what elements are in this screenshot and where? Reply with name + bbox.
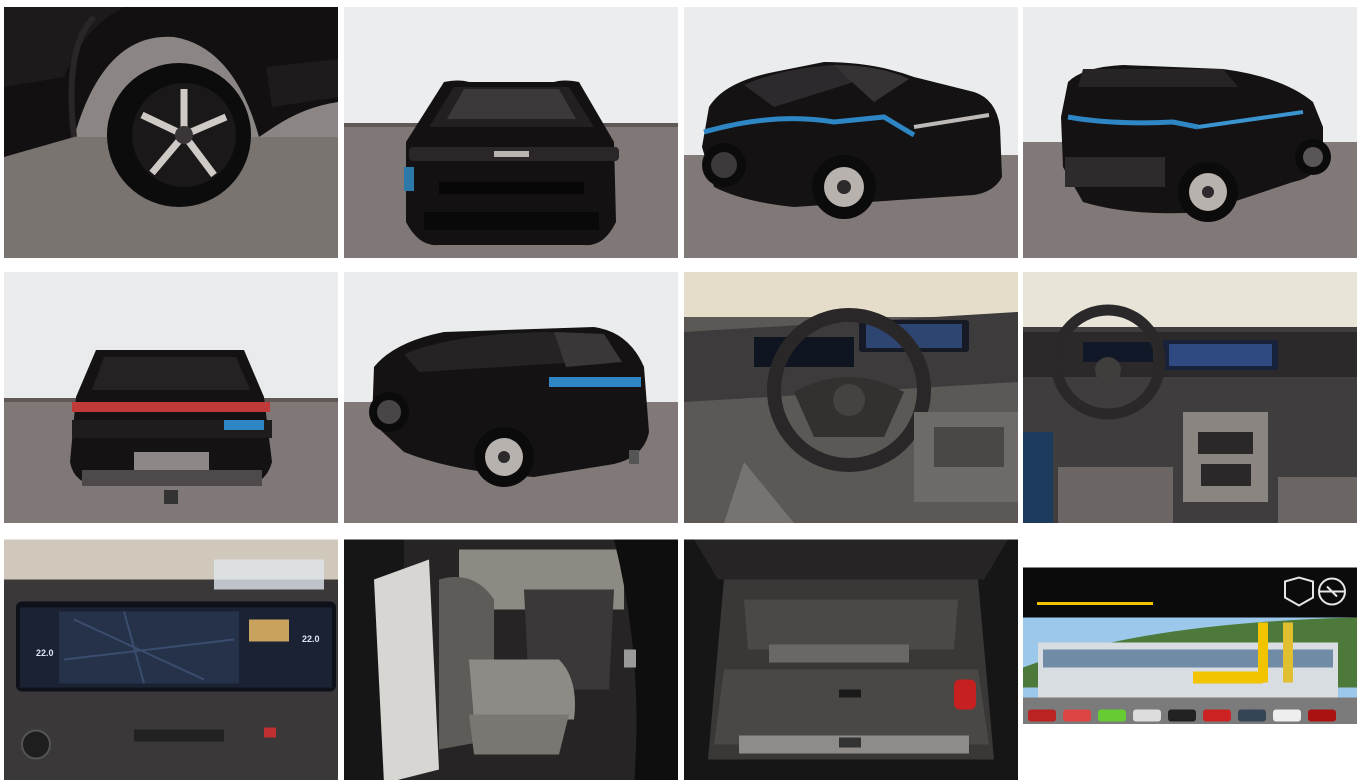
rear-three-quarter-photo [1023, 7, 1357, 258]
gallery-image-trunk[interactable] [684, 536, 1018, 780]
gallery-image-rear-three-quarter[interactable] [1023, 7, 1357, 258]
gallery-image-steering-wheel[interactable] [684, 272, 1018, 523]
gallery-image-dealer-banner[interactable]: Barth&Frey [1023, 536, 1357, 724]
gallery-image-rear-seats[interactable] [344, 536, 678, 780]
infotainment-display-photo [4, 539, 338, 780]
gallery-image-front-three-quarter[interactable] [684, 7, 1018, 258]
rear-seats-photo [344, 539, 678, 780]
gallery-image-front-view[interactable] [344, 7, 678, 258]
front-view-photo [344, 7, 678, 258]
gallery-image-dashboard-console[interactable] [1023, 272, 1357, 523]
wheel-closeup-photo [4, 7, 338, 258]
gallery-image-infotainment-display[interactable]: 22.0 22.0 [4, 536, 338, 780]
temp-left-readout: 22.0 [36, 648, 54, 658]
steering-wheel-photo [684, 272, 1018, 523]
gallery-image-rear-side-view[interactable] [344, 272, 678, 523]
dashboard-console-photo [1023, 272, 1357, 523]
trunk-photo [684, 539, 1018, 780]
gallery-image-rear-view[interactable] [4, 272, 338, 523]
dealer-logo-text: Barth&Frey [1035, 546, 1134, 567]
temp-right-readout: 22.0 [302, 634, 320, 644]
rear-view-photo [4, 272, 338, 523]
rear-side-view-photo [344, 272, 678, 523]
gallery-image-wheel-closeup[interactable] [4, 7, 338, 258]
front-three-quarter-photo [684, 7, 1018, 258]
photo-gallery: 22.0 22.0 Barth&Frey [0, 0, 1365, 780]
